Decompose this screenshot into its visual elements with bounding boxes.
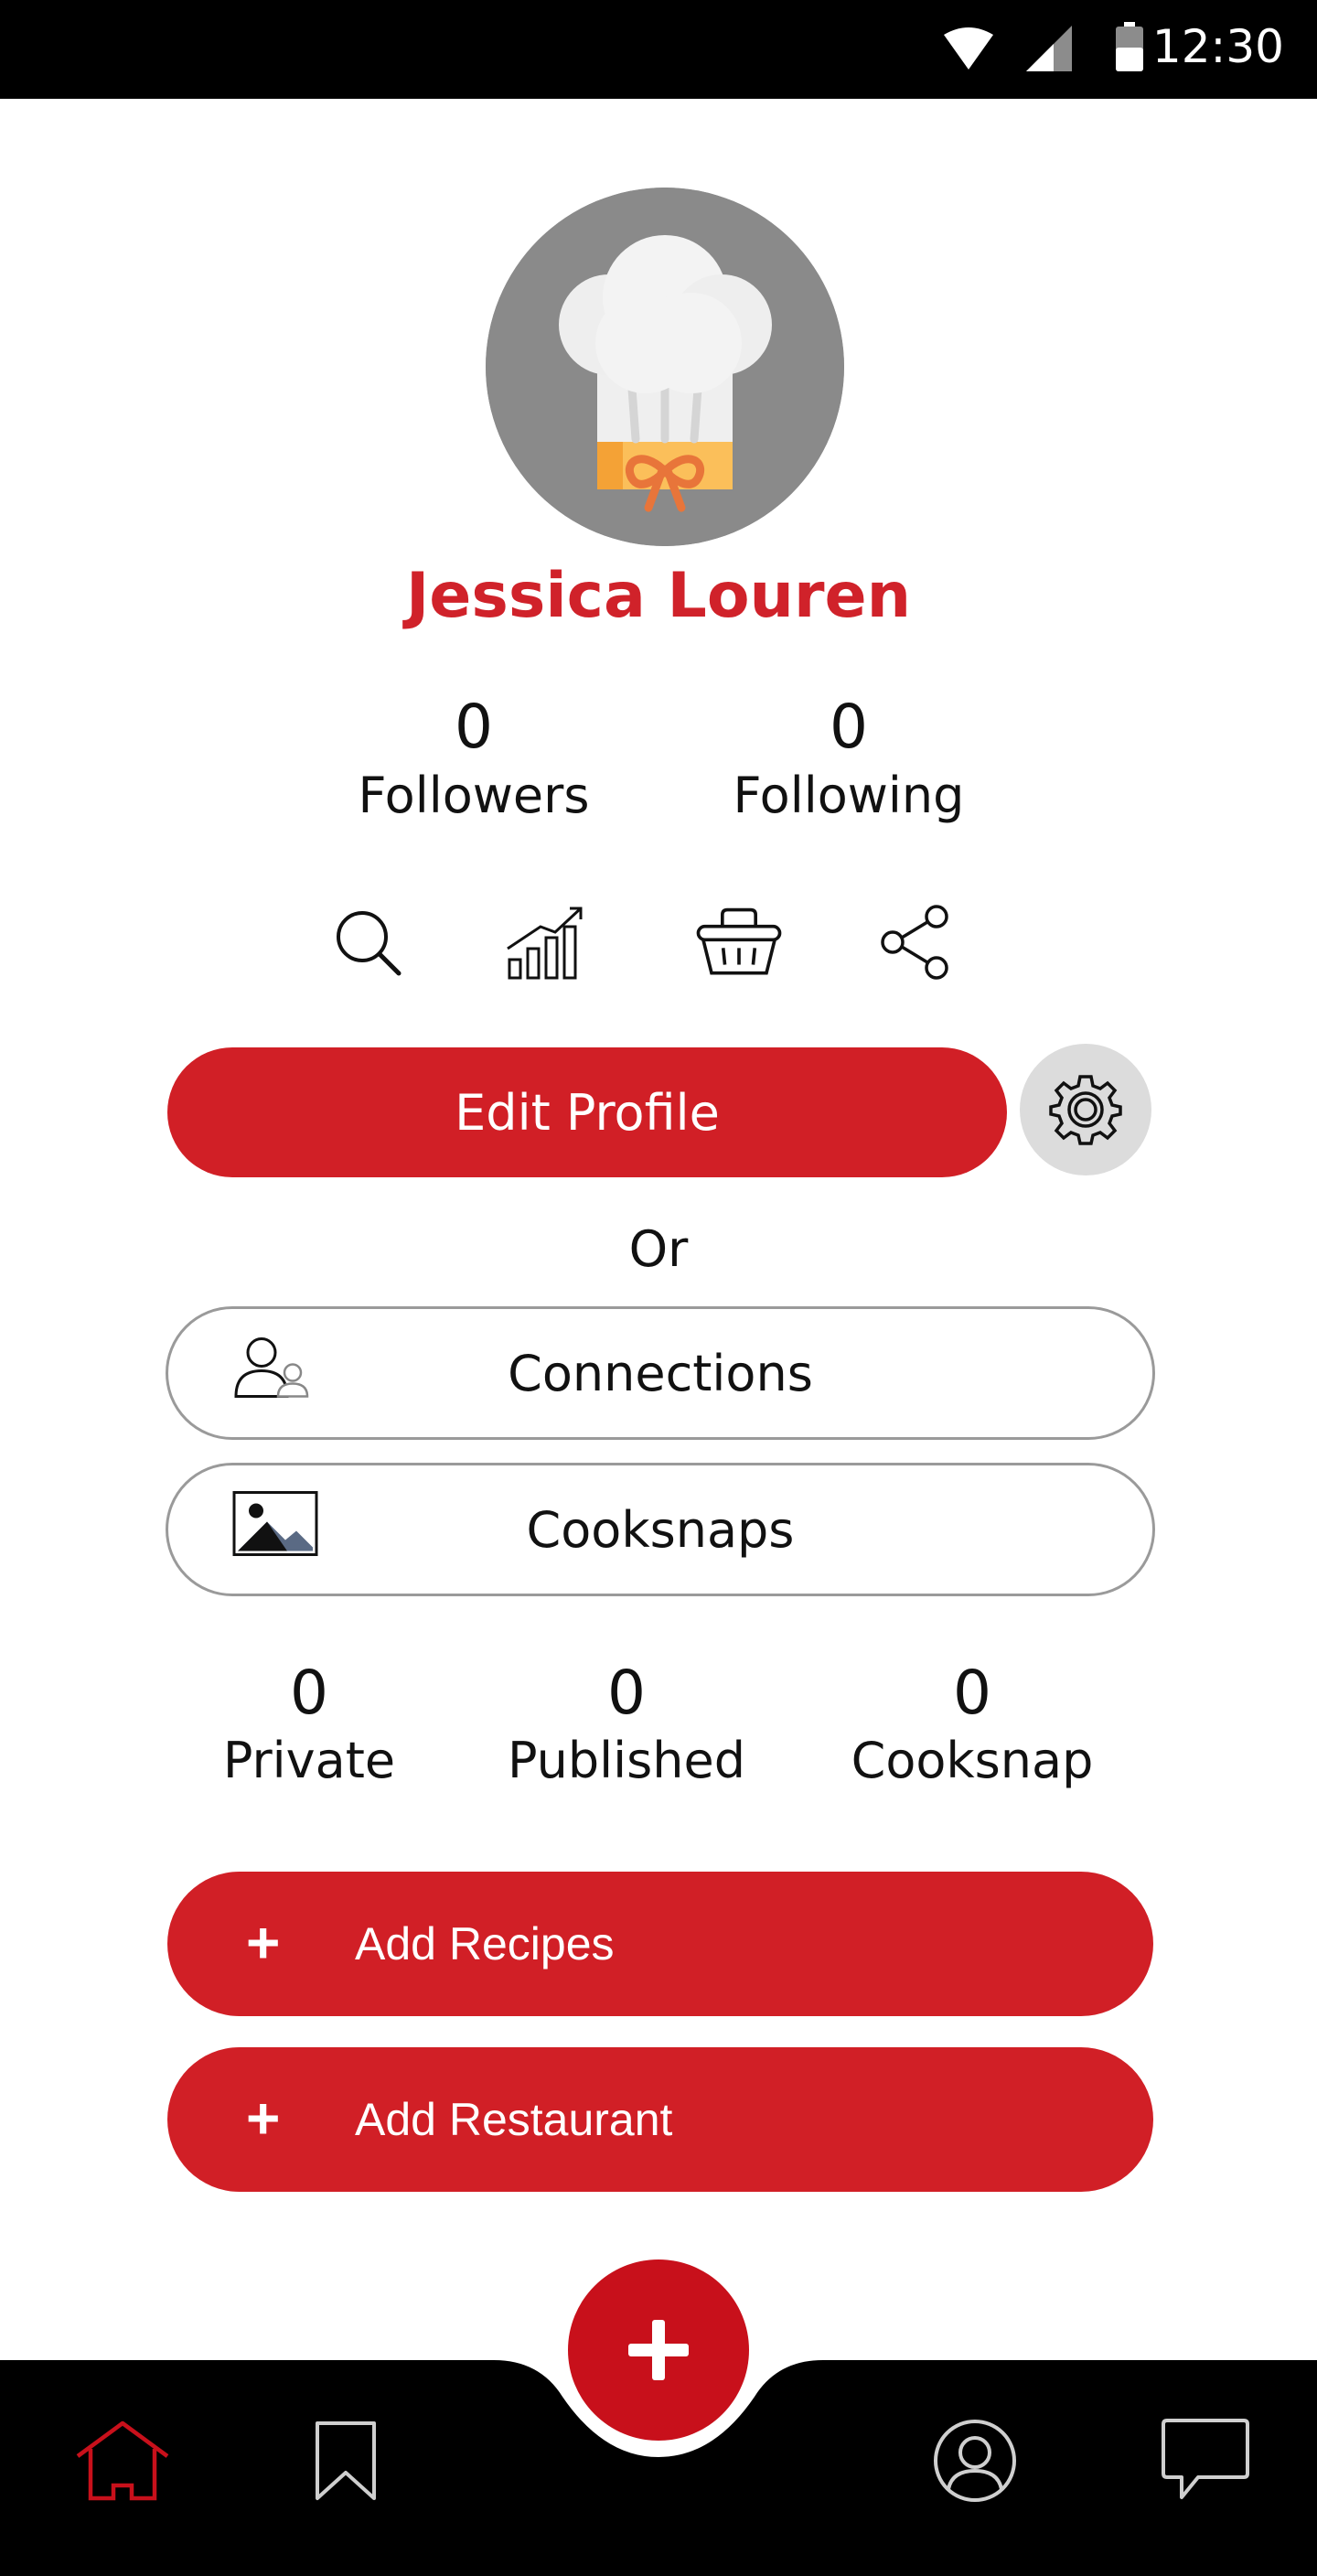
edit-profile-button[interactable]: Edit Profile bbox=[167, 1047, 1007, 1177]
chef-hat-avatar-icon bbox=[486, 188, 844, 546]
avatar[interactable] bbox=[486, 188, 844, 546]
private-count-value: 0 bbox=[290, 1658, 328, 1728]
fab-add-icon bbox=[628, 2320, 689, 2380]
status-bar: 12:30 bbox=[0, 0, 1317, 99]
nav-home[interactable] bbox=[68, 2415, 177, 2506]
wifi-icon bbox=[944, 27, 993, 70]
gear-icon bbox=[1049, 1075, 1122, 1145]
following-label: Following bbox=[733, 767, 965, 824]
add-recipes-label: Add Recipes bbox=[355, 1918, 615, 1970]
followers-label: Followers bbox=[358, 767, 590, 824]
cell-signal-icon bbox=[1026, 26, 1072, 71]
private-count-label: Private bbox=[222, 1732, 396, 1789]
followers-stat[interactable]: 0 Followers bbox=[337, 691, 611, 828]
connections-label: Connections bbox=[508, 1344, 813, 1402]
growth-chart-icon[interactable] bbox=[499, 896, 591, 988]
published-count[interactable]: 0 Published bbox=[494, 1658, 759, 1793]
status-time: 12:30 bbox=[1151, 20, 1284, 73]
nav-profile[interactable] bbox=[920, 2415, 1030, 2506]
cooksnap-count[interactable]: 0 Cooksnap bbox=[830, 1658, 1114, 1793]
connections-button[interactable]: Connections bbox=[166, 1306, 1155, 1440]
bookmark-icon bbox=[316, 2421, 376, 2500]
image-icon bbox=[232, 1491, 318, 1569]
cooksnap-count-value: 0 bbox=[953, 1658, 991, 1728]
following-count: 0 bbox=[830, 692, 868, 762]
add-recipes-button[interactable]: + Add Recipes bbox=[167, 1872, 1153, 2016]
add-restaurant-label: Add Restaurant bbox=[355, 2094, 673, 2145]
cooksnaps-button[interactable]: Cooksnaps bbox=[166, 1463, 1155, 1596]
chat-icon bbox=[1162, 2419, 1249, 2499]
users-icon bbox=[232, 1335, 311, 1412]
private-count[interactable]: 0 Private bbox=[199, 1658, 419, 1793]
fab-add-button[interactable] bbox=[568, 2259, 749, 2441]
following-stat[interactable]: 0 Following bbox=[712, 691, 986, 828]
published-count-label: Published bbox=[508, 1732, 745, 1789]
cooksnaps-label: Cooksnaps bbox=[526, 1500, 795, 1559]
add-restaurant-button[interactable]: + Add Restaurant bbox=[167, 2047, 1153, 2192]
or-separator: Or bbox=[628, 1220, 689, 1278]
battery-icon bbox=[1116, 22, 1143, 71]
plus-icon: + bbox=[246, 1909, 281, 1976]
published-count-value: 0 bbox=[607, 1658, 646, 1728]
profile-icon bbox=[934, 2420, 1016, 2502]
nav-chat[interactable] bbox=[1151, 2415, 1260, 2506]
followers-count: 0 bbox=[455, 692, 493, 762]
plus-icon: + bbox=[246, 2085, 281, 2152]
settings-button[interactable] bbox=[1020, 1044, 1151, 1175]
home-icon bbox=[76, 2420, 169, 2501]
profile-name: Jessica Louren bbox=[405, 560, 912, 632]
basket-icon[interactable] bbox=[693, 896, 785, 988]
share-icon[interactable] bbox=[871, 896, 962, 988]
nav-bookmark[interactable] bbox=[291, 2415, 401, 2506]
cooksnap-count-label: Cooksnap bbox=[851, 1732, 1094, 1789]
search-icon[interactable] bbox=[322, 896, 413, 988]
